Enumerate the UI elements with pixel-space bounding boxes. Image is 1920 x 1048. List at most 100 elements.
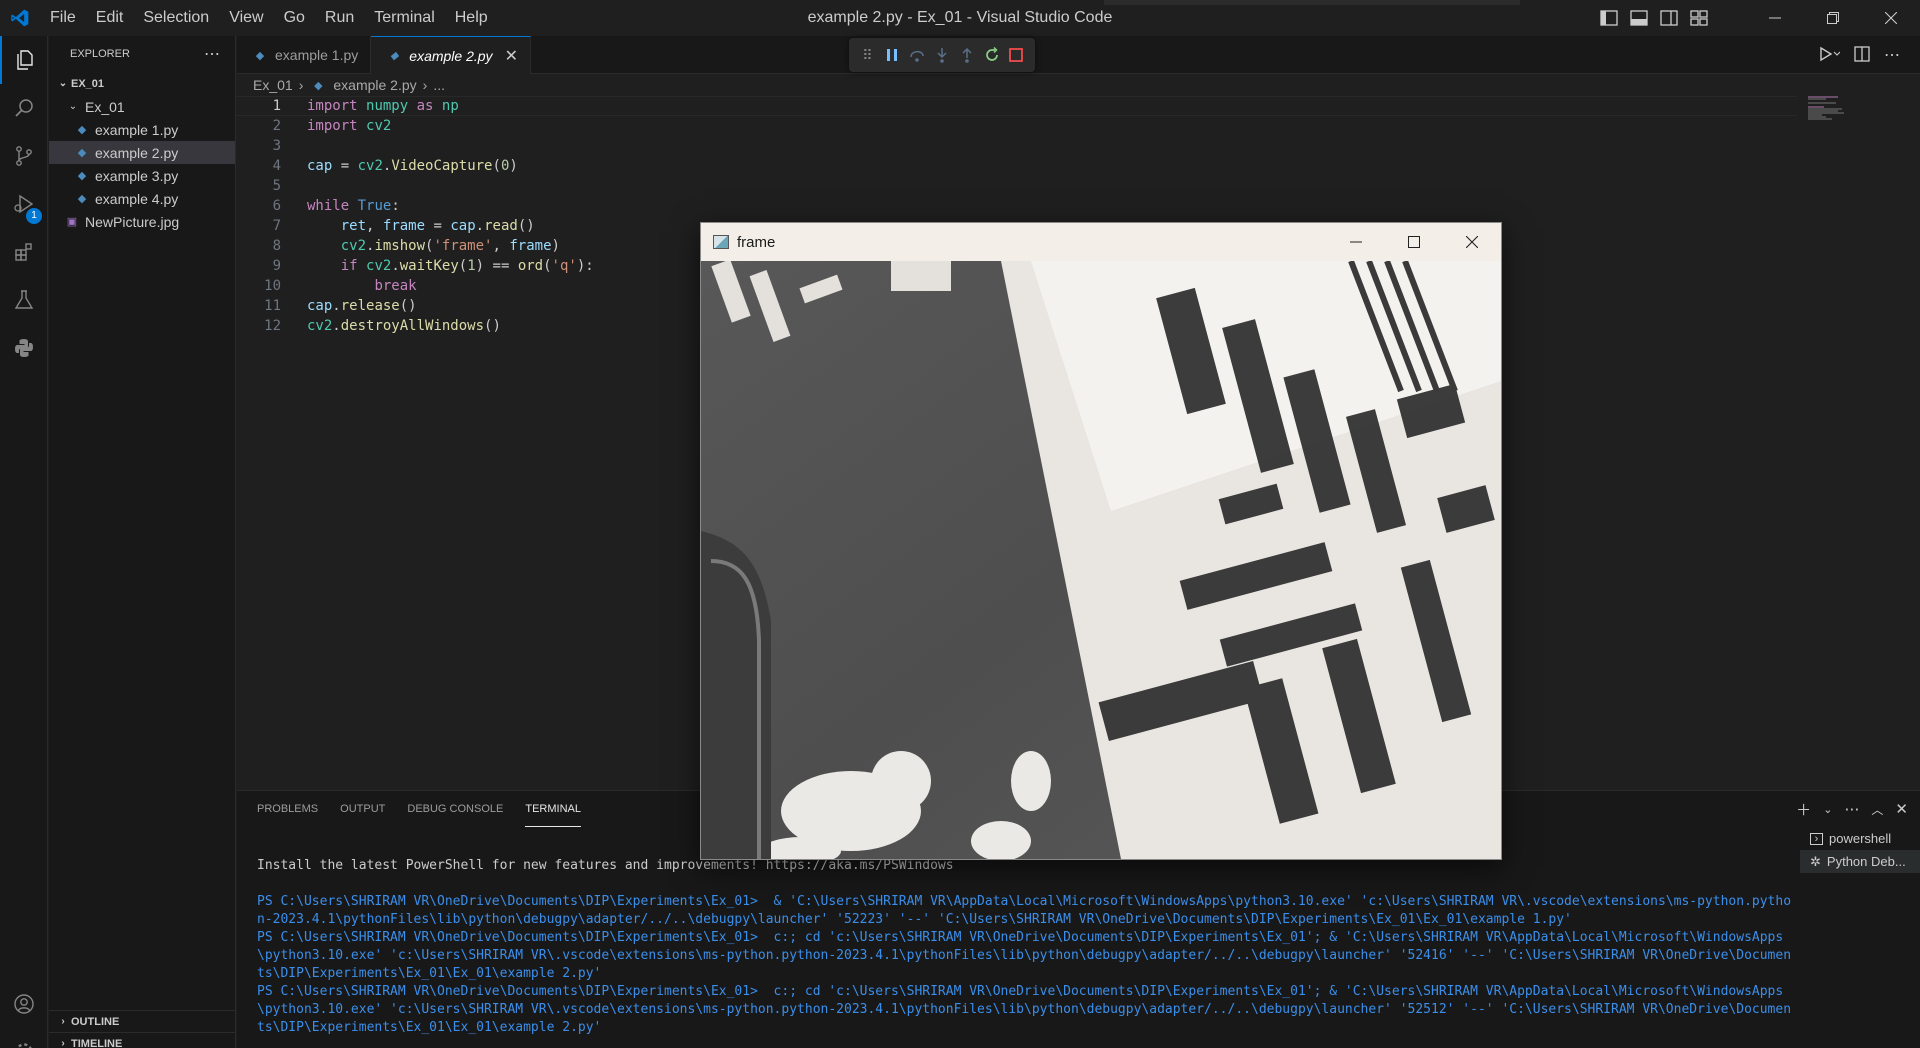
close-tab-icon[interactable]: ✕ (505, 46, 518, 66)
split-editor-icon[interactable] (1854, 45, 1870, 65)
timeline-section[interactable]: › TIMELINE (49, 1032, 235, 1048)
file-item-example-1[interactable]: ◆ example 1.py (49, 118, 235, 141)
python-file-icon: ◆ (314, 79, 323, 92)
tab-debug-console[interactable]: DEBUG CONSOLE (407, 791, 503, 827)
terminal-list: › powershell ✲ Python Deb... (1800, 827, 1920, 873)
menu-view[interactable]: View (219, 0, 273, 36)
search-icon[interactable] (0, 84, 48, 132)
opencv-frame-window[interactable]: frame (700, 222, 1502, 860)
frame-window-icon (713, 235, 729, 249)
tab-label: example 2.py (409, 47, 493, 64)
more-actions-icon[interactable]: ⋯ (1844, 800, 1859, 818)
menu-edit[interactable]: Edit (86, 0, 134, 36)
restart-icon[interactable] (982, 45, 1002, 65)
run-debug-icon[interactable]: 1 (0, 180, 48, 228)
menu-go[interactable]: Go (274, 0, 315, 36)
account-icon[interactable] (0, 980, 48, 1028)
menu-help[interactable]: Help (445, 0, 498, 36)
terminal-item-python-debug[interactable]: ✲ Python Deb... (1800, 850, 1920, 873)
webcam-frame-image (701, 261, 1501, 859)
title-bar: File Edit Selection View Go Run Terminal… (0, 0, 1920, 36)
menu-terminal[interactable]: Terminal (364, 0, 444, 36)
menu-selection[interactable]: Selection (133, 0, 219, 36)
toggle-primary-sidebar-icon[interactable] (1598, 9, 1620, 27)
menu-run[interactable]: Run (315, 0, 364, 36)
maximize-panel-icon[interactable]: ︿ (1871, 801, 1883, 818)
stop-icon[interactable] (1006, 45, 1026, 65)
python-icon[interactable] (0, 324, 48, 372)
terminal-line: PS C:\Users\SHRIRAM VR\OneDrive\Document… (257, 930, 1792, 981)
breadcrumb: Ex_01 › ◆ example 2.py › ... (237, 74, 1920, 96)
tab-terminal[interactable]: TERMINAL (525, 791, 581, 827)
chevron-right-icon: › (61, 1016, 65, 1027)
file-item-example-4[interactable]: ◆ example 4.py (49, 187, 235, 210)
more-actions-icon[interactable]: ⋯ (204, 44, 221, 64)
terminal-output[interactable]: Install the latest PowerShell for new fe… (257, 857, 1797, 1037)
drag-handle-icon[interactable]: ⠿ (857, 45, 877, 65)
manage-gear-icon[interactable] (0, 1028, 48, 1048)
extensions-icon[interactable] (0, 228, 48, 276)
step-over-icon[interactable] (907, 45, 927, 65)
toggle-secondary-sidebar-icon[interactable] (1658, 9, 1680, 27)
close-panel-icon[interactable]: ✕ (1895, 800, 1908, 818)
debug-badge: 1 (26, 208, 42, 224)
folder-ex01[interactable]: ⌄ Ex_01 (49, 95, 235, 118)
pause-icon[interactable] (882, 45, 902, 65)
workspace-root[interactable]: ⌄ EX_01 (49, 72, 235, 95)
code-text: cap = cv2.VideoCapture(0) (307, 158, 518, 174)
code-text: import cv2 (307, 118, 392, 134)
chevron-down-icon[interactable]: ⌄ (1823, 803, 1832, 816)
debug-toolbar: ⠿ (849, 38, 1035, 72)
file-item-newpicture[interactable]: ▣ NewPicture.jpg (49, 210, 235, 233)
tab-example-1[interactable]: ◆ example 1.py (237, 36, 372, 74)
python-file-icon: ◆ (77, 147, 87, 159)
close-icon[interactable] (1443, 223, 1501, 261)
new-terminal-icon[interactable]: ＋ (1796, 799, 1811, 820)
debug-icon: ✲ (1810, 853, 1821, 869)
file-item-example-3[interactable]: ◆ example 3.py (49, 164, 235, 187)
step-into-icon[interactable] (932, 45, 952, 65)
close-window-icon[interactable] (1862, 0, 1920, 36)
window-controls (1746, 0, 1920, 36)
code-text: import numpy as np (307, 98, 459, 114)
terminal-item-powershell[interactable]: › powershell (1800, 827, 1920, 850)
tab-example-2[interactable]: ◆ example 2.py ✕ (371, 36, 531, 74)
title-drag-region (1104, 0, 1520, 5)
run-python-icon[interactable] (1818, 46, 1841, 65)
file-label: NewPicture.jpg (85, 213, 180, 230)
outline-label: OUTLINE (71, 1015, 120, 1028)
testing-icon[interactable] (0, 276, 48, 324)
panel-tabs: PROBLEMS OUTPUT DEBUG CONSOLE TERMINAL (257, 791, 581, 827)
customize-layout-icon[interactable] (1688, 9, 1710, 27)
breadcrumb-folder[interactable]: Ex_01 (253, 77, 293, 93)
code-text: cv2.destroyAllWindows() (307, 318, 501, 334)
terminal-item-label: Python Deb... (1826, 854, 1906, 869)
terminal-blank (257, 875, 1797, 893)
more-actions-icon[interactable]: ⋯ (1884, 45, 1900, 65)
explorer-icon[interactable] (0, 36, 48, 84)
toggle-panel-icon[interactable] (1628, 9, 1650, 27)
chevron-down-icon: ⌄ (68, 101, 78, 112)
minimize-icon[interactable] (1327, 223, 1385, 261)
line-number: 10 (264, 278, 281, 294)
line-number: 6 (272, 198, 281, 214)
maximize-icon[interactable] (1385, 223, 1443, 261)
line-number: 9 (272, 258, 281, 274)
breadcrumb-more[interactable]: ... (433, 77, 445, 93)
code-text: break (374, 278, 417, 294)
minimize-icon[interactable] (1746, 0, 1804, 36)
minimap[interactable] (1808, 96, 1844, 122)
file-item-example-2[interactable]: ◆ example 2.py (49, 141, 235, 164)
step-out-icon[interactable] (957, 45, 977, 65)
menu-file[interactable]: File (40, 0, 86, 36)
restore-icon[interactable] (1804, 0, 1862, 36)
chevron-right-icon: › (422, 77, 428, 93)
tab-output[interactable]: OUTPUT (340, 791, 385, 827)
frame-title-bar[interactable]: frame (701, 223, 1501, 261)
source-control-icon[interactable] (0, 132, 48, 180)
timeline-label: TIMELINE (71, 1037, 123, 1048)
outline-section[interactable]: › OUTLINE (49, 1010, 235, 1032)
breadcrumb-file[interactable]: example 2.py (333, 77, 416, 93)
chevron-down-icon: ⌄ (58, 78, 68, 89)
tab-problems[interactable]: PROBLEMS (257, 791, 318, 827)
